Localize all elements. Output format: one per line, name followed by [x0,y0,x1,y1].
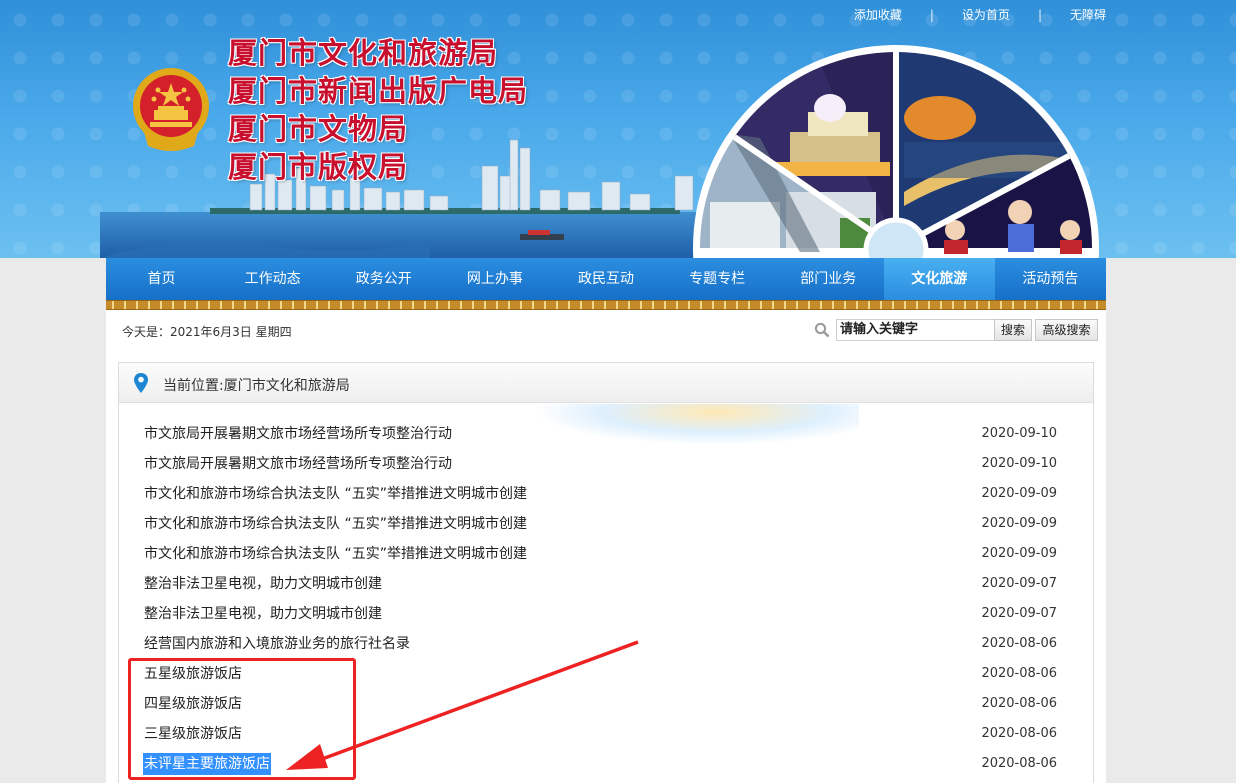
national-emblem-icon [133,68,209,151]
article-link[interactable]: 市文旅局开展暑期文旅市场经营场所专项整治行动 [143,453,453,475]
main-nav: 首页 工作动态 政务公开 网上办事 政民互动 专题专栏 部门业务 文化旅游 活动… [106,258,1106,300]
today-date: 今天是：2021年6月3日 星期四 [122,325,292,339]
nav-culture-tourism[interactable]: 文化旅游 [883,258,995,300]
nav-event-preview[interactable]: 活动预告 [995,258,1106,300]
list-item: 市文旅局开展暑期文旅市场经营场所专项整治行动 2020-09-10 [119,419,1093,449]
nav-online-services[interactable]: 网上办事 [439,258,550,300]
set-homepage-link[interactable]: 设为首页 [962,6,1010,23]
search-icon [814,322,830,338]
breadcrumb-text: 当前位置:厦门市文化和旅游局 [163,378,350,394]
location-pin-icon [134,373,148,393]
agency-title: 厦门市文化和旅游局 [228,36,499,70]
nav-department-business[interactable]: 部门业务 [773,258,884,300]
agency-titles: 厦门市文化和旅游局 厦门市新闻出版广电局 厦门市文物局 厦门市版权局 [228,34,528,186]
nav-public-interaction[interactable]: 政民互动 [550,258,661,300]
agency-title: 厦门市版权局 [228,150,409,184]
search-input[interactable]: 请输入关键字 [836,319,996,341]
list-item: 整治非法卫星电视，助力文明城市创建 2020-09-07 [119,569,1093,599]
article-date: 2020-08-06 [981,696,1057,711]
decorative-fret-border [106,300,1106,310]
article-date: 2020-09-07 [981,576,1057,591]
list-item: 市文化和旅游市场综合执法支队 “五实”举措推进文明城市创建 2020-09-09 [119,479,1093,509]
header-banner: 添加收藏 | 设为首页 | 无障碍 厦门市文化和旅游局 厦门市新闻出版广电局 厦… [0,0,1236,258]
nav-work-news[interactable]: 工作动态 [217,258,328,300]
article-link[interactable]: 市文化和旅游市场综合执法支队 “五实”举措推进文明城市创建 [143,483,528,505]
agency-title: 厦门市文物局 [228,112,409,146]
article-date: 2020-09-09 [981,486,1057,501]
annotation-arrow [286,640,639,770]
list-item: 市文化和旅游市场综合执法支队 “五实”举措推进文明城市创建 2020-09-09 [119,539,1093,569]
article-date: 2020-09-10 [981,456,1057,471]
date-search-bar: 今天是：2021年6月3日 星期四 请输入关键字 搜索 高级搜索 [106,310,1106,350]
article-date: 2020-09-10 [981,426,1057,441]
breadcrumb: 当前位置:厦门市文化和旅游局 [119,363,1093,403]
search-button[interactable]: 搜索 [994,319,1032,341]
accessibility-link[interactable]: 无障碍 [1070,6,1106,23]
article-date: 2020-09-09 [981,546,1057,561]
nav-home[interactable]: 首页 [106,258,217,300]
article-date: 2020-09-07 [981,606,1057,621]
article-date: 2020-09-09 [981,516,1057,531]
nav-special-topics[interactable]: 专题专栏 [662,258,773,300]
list-item: 整治非法卫星电视，助力文明城市创建 2020-09-07 [119,599,1093,629]
article-date: 2020-08-06 [981,636,1057,651]
agency-title: 厦门市新闻出版广电局 [228,74,529,108]
article-link[interactable]: 市文旅局开展暑期文旅市场经营场所专项整治行动 [143,423,453,445]
advanced-search-button[interactable]: 高级搜索 [1035,319,1098,341]
top-link-separator: | [929,7,934,22]
list-item: 市文旅局开展暑期文旅市场经营场所专项整治行动 2020-09-10 [119,449,1093,479]
article-date: 2020-08-06 [981,666,1057,681]
article-link[interactable]: 整治非法卫星电视，助力文明城市创建 [143,573,383,595]
add-favorite-link[interactable]: 添加收藏 [854,6,902,23]
article-date: 2020-08-06 [981,726,1057,741]
article-link[interactable]: 整治非法卫星电视，助力文明城市创建 [143,603,383,625]
article-link[interactable]: 市文化和旅游市场综合执法支队 “五实”举措推进文明城市创建 [143,513,528,535]
nav-government-affairs[interactable]: 政务公开 [328,258,439,300]
top-link-separator: | [1037,7,1042,22]
article-date: 2020-08-06 [981,756,1057,771]
top-links-bar: 添加收藏 | 设为首页 | 无障碍 [854,6,1106,23]
article-link[interactable]: 市文化和旅游市场综合执法支队 “五实”举措推进文明城市创建 [143,543,528,565]
tourism-photo-collage [693,45,1099,258]
list-item: 市文化和旅游市场综合执法支队 “五实”举措推进文明城市创建 2020-09-09 [119,509,1093,539]
